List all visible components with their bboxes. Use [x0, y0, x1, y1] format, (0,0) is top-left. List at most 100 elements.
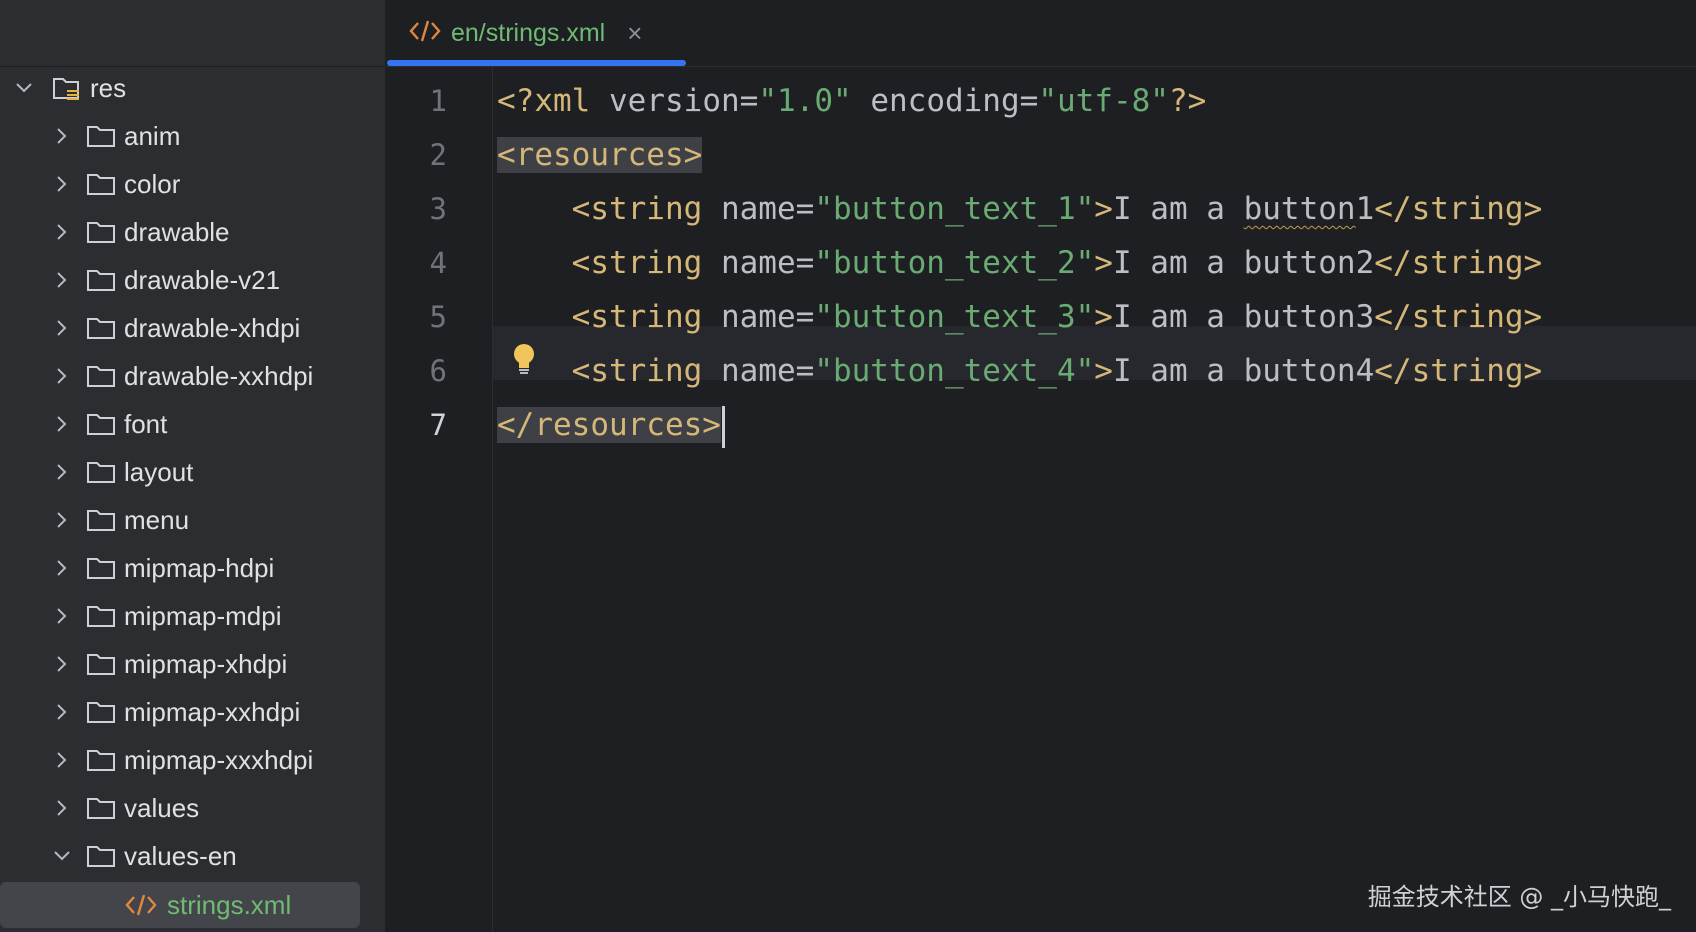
xml-tag-end: </string> — [1374, 299, 1543, 335]
chevron-right-icon[interactable] — [48, 354, 76, 398]
code-line[interactable]: <resources> — [497, 128, 703, 182]
tree-item-drawable-xhdpi[interactable]: drawable-xhdpi — [48, 306, 300, 350]
chevron-right-icon[interactable] — [48, 594, 76, 638]
code-line-current[interactable]: </resources> — [497, 398, 725, 452]
xml-attr-name: name — [720, 191, 796, 227]
code-line[interactable]: <string name="button_text_1">I am a butt… — [497, 182, 1543, 236]
tree-item-anim[interactable]: anim — [48, 114, 180, 158]
xml-tag-close: > — [1094, 245, 1113, 281]
xml-attr-value: "button_text_2" — [814, 245, 1095, 281]
tree-item-mipmap-hdpi[interactable]: mipmap-hdpi — [48, 546, 274, 590]
xml-tag-end: </string> — [1374, 353, 1543, 389]
xml-tag-open: <string — [571, 191, 703, 227]
watermark: 掘金技术社区 @ _小马快跑_ — [1367, 883, 1671, 911]
folder-icon — [86, 258, 116, 302]
folder-icon — [86, 738, 116, 782]
code-line[interactable]: <string name="button_text_3">I am a butt… — [497, 290, 1543, 344]
tree-item-label: res — [90, 72, 127, 103]
tree-item-label: values — [124, 792, 200, 823]
tree-item-label: drawable-xhdpi — [124, 312, 301, 343]
tree-item-mipmap-xxxhdpi[interactable]: mipmap-xxxhdpi — [48, 738, 313, 782]
tree-item-label: strings.xml — [167, 889, 292, 920]
xml-prolog-open: <?xml — [497, 83, 591, 119]
tree-item-font[interactable]: font — [48, 402, 167, 446]
folder-icon — [86, 594, 116, 638]
folder-icon — [86, 834, 116, 878]
tab-label: en/strings.xml — [451, 18, 606, 47]
xml-tag-open: <string — [571, 299, 703, 335]
tree-item-label: font — [124, 408, 168, 439]
tree-item-values[interactable]: values — [48, 786, 199, 830]
chevron-right-icon[interactable] — [48, 498, 76, 542]
xml-tag-close: > — [1094, 299, 1113, 335]
xml-attr-name: version — [609, 83, 740, 119]
xml-tag-open: <string — [571, 245, 703, 281]
xml-tag-close: > — [1094, 353, 1113, 389]
tree-item-drawable-v21[interactable]: drawable-v21 — [48, 258, 280, 302]
tree-item-label: menu — [124, 504, 190, 535]
tree-item-mipmap-mdpi[interactable]: mipmap-mdpi — [48, 594, 282, 638]
folder-icon — [86, 786, 116, 830]
code-area[interactable]: <?xml version="1.0" encoding="utf-8"?> <… — [385, 66, 1696, 932]
chevron-right-icon[interactable] — [48, 402, 76, 446]
tree-item-label: anim — [124, 120, 181, 151]
editor-tab-bar: en/strings.xml × — [385, 0, 1696, 67]
tree-item-label: mipmap-hdpi — [124, 552, 275, 583]
chevron-right-icon[interactable] — [48, 690, 76, 734]
folder-icon — [86, 162, 116, 206]
tree-item-strings-xml[interactable]: strings.xml — [0, 882, 360, 928]
xml-attr-name: encoding — [870, 83, 1020, 119]
tree-item-drawable-xxhdpi[interactable]: drawable-xxhdpi — [48, 354, 313, 398]
folder-icon — [86, 690, 116, 734]
chevron-right-icon[interactable] — [48, 162, 76, 206]
tree-item-label: drawable-xxhdpi — [124, 360, 314, 391]
folder-icon — [86, 546, 116, 590]
chevron-right-icon[interactable] — [48, 306, 76, 350]
resource-folder-icon — [52, 66, 82, 110]
tree-item-label: values-en — [124, 840, 237, 871]
chevron-right-icon[interactable] — [48, 546, 76, 590]
folder-icon — [86, 210, 116, 254]
folder-icon — [86, 450, 116, 494]
xml-file-icon — [125, 883, 159, 927]
close-icon[interactable]: × — [627, 18, 642, 49]
folder-icon — [86, 114, 116, 158]
code-line[interactable]: <string name="button_text_4">I am a butt… — [497, 344, 1543, 398]
chevron-right-icon[interactable] — [48, 450, 76, 494]
project-tree-panel: res anim color drawable drawable-v21 dra… — [0, 0, 385, 932]
tree-item-color[interactable]: color — [48, 162, 180, 206]
text-caret — [721, 405, 725, 448]
tree-item-values-en[interactable]: values-en — [48, 834, 237, 878]
folder-icon — [86, 402, 116, 446]
xml-attr-value: "button_text_3" — [814, 299, 1095, 335]
xml-text: I am a button1 — [1112, 191, 1375, 227]
tree-item-label: mipmap-xxhdpi — [124, 696, 301, 727]
chevron-right-icon[interactable] — [48, 258, 76, 302]
spelling-warning[interactable]: button — [1244, 191, 1356, 227]
tree-item-menu[interactable]: menu — [48, 498, 189, 542]
chevron-right-icon[interactable] — [48, 210, 76, 254]
chevron-right-icon[interactable] — [48, 114, 76, 158]
tree-item-label: layout — [124, 456, 194, 487]
editor-tab-strings-xml[interactable]: en/strings.xml × — [385, 0, 686, 66]
tree-item-mipmap-xhdpi[interactable]: mipmap-xhdpi — [48, 642, 287, 686]
xml-file-icon — [409, 18, 441, 49]
tree-item-label: color — [124, 168, 181, 199]
xml-tag-open: <string — [571, 353, 703, 389]
tree-item-res[interactable]: res — [10, 66, 126, 110]
tree-item-drawable[interactable]: drawable — [48, 210, 230, 254]
xml-attr-name: name — [720, 299, 796, 335]
chevron-down-icon[interactable] — [10, 66, 38, 110]
folder-icon — [86, 354, 116, 398]
chevron-right-icon[interactable] — [48, 786, 76, 830]
chevron-right-icon[interactable] — [48, 642, 76, 686]
project-tree-header — [0, 0, 385, 67]
chevron-down-icon[interactable] — [48, 834, 76, 878]
tree-item-mipmap-xxhdpi[interactable]: mipmap-xxhdpi — [48, 690, 300, 734]
chevron-right-icon[interactable] — [48, 738, 76, 782]
code-line[interactable]: <string name="button_text_2">I am a butt… — [497, 236, 1543, 290]
tree-item-label: mipmap-mdpi — [124, 600, 282, 631]
xml-tag-end: </string> — [1374, 245, 1543, 281]
tree-item-layout[interactable]: layout — [48, 450, 193, 494]
code-line[interactable]: <?xml version="1.0" encoding="utf-8"?> — [497, 74, 1206, 128]
